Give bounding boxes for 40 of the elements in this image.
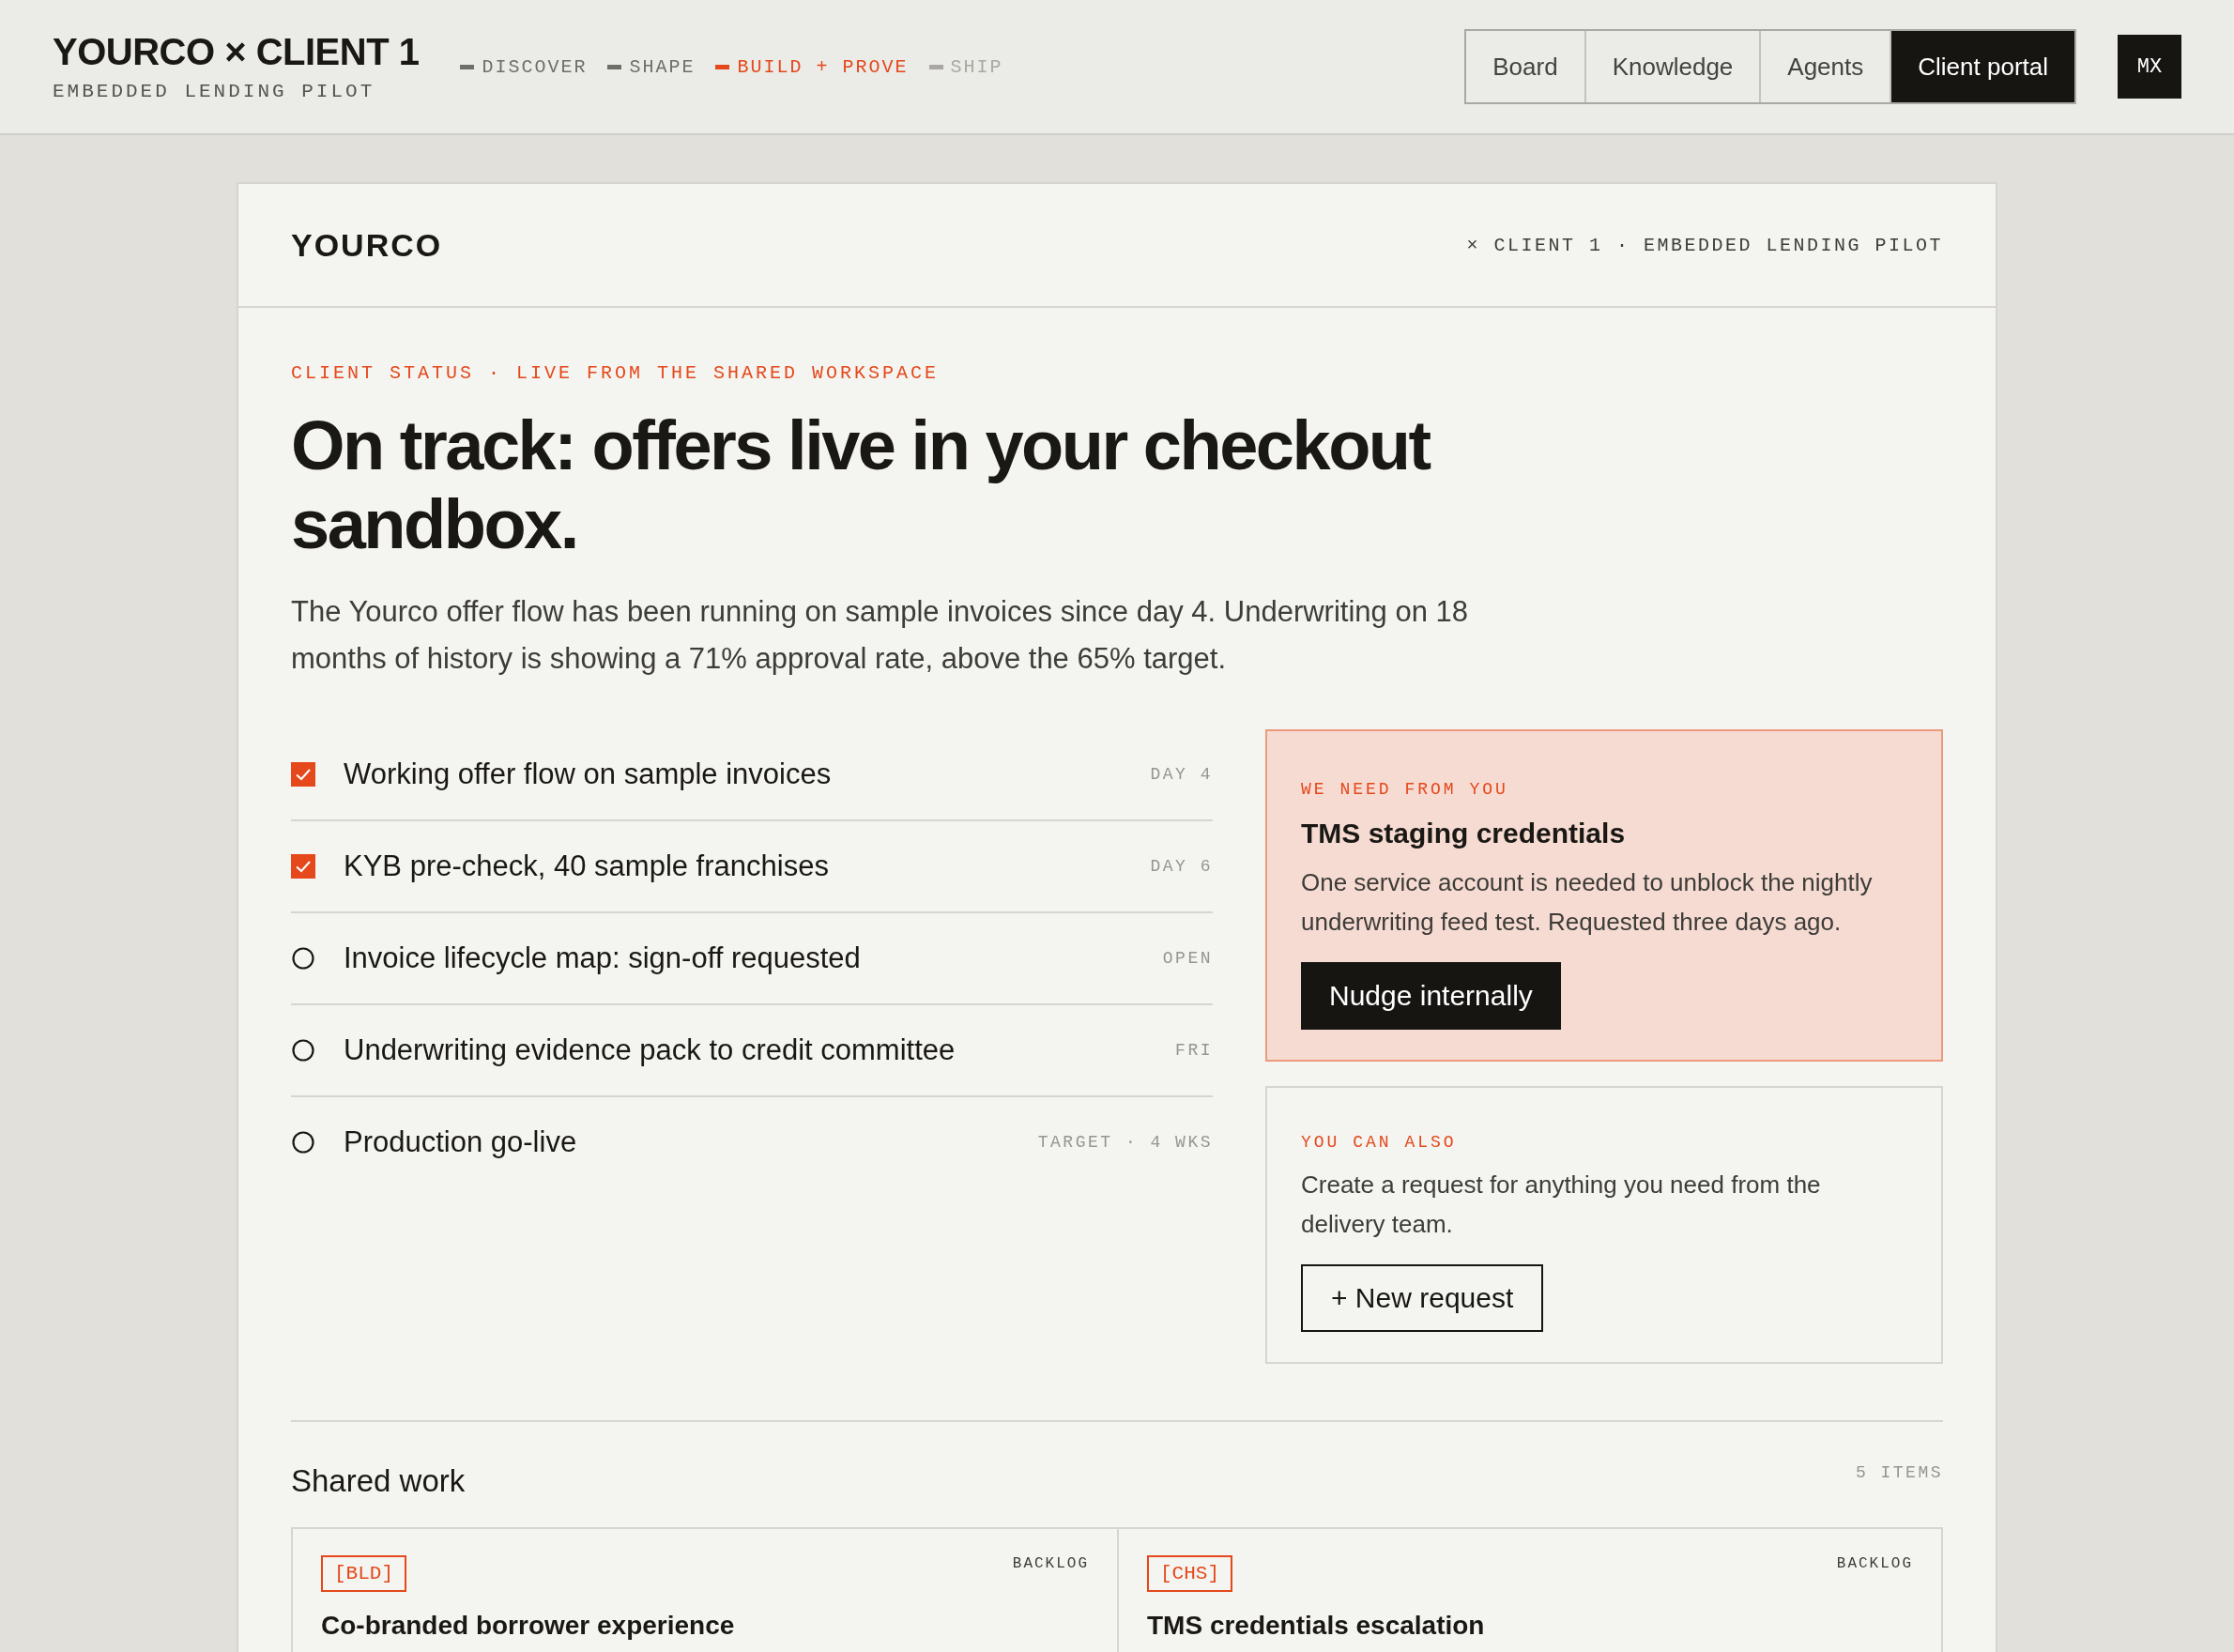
phase-label: SHIP	[950, 55, 1003, 78]
new-request-button[interactable]: + New request	[1301, 1264, 1544, 1332]
milestone-date: TARGET · 4 WKS	[1037, 1133, 1213, 1152]
milestone-label: KYB pre-check, 40 sample franchises	[344, 849, 830, 883]
milestone-label: Working offer flow on sample invoices	[344, 757, 833, 791]
phase-label: BUILD + PROVE	[737, 55, 909, 78]
status-summary: The Yourco offer flow has been running on sample invoices since day 4. Underwriting on 18 months of history is showing a 71% approval rate, above the 65% target.	[291, 594, 1469, 677]
milestone-date: FRI	[1175, 1041, 1213, 1060]
work-card[interactable]: [CHS] BACKLOG TMS credentials escalation	[1117, 1529, 1941, 1652]
work-status: BACKLOG	[1012, 1555, 1089, 1572]
milestone-date: DAY 6	[1150, 857, 1213, 876]
nudge-button[interactable]: Nudge internally	[1301, 962, 1561, 1030]
milestone-label: Invoice lifecycle map: sign-off requested	[344, 941, 862, 975]
work-card[interactable]: [BLD] BACKLOG Co-branded borrower experience	[293, 1529, 1117, 1652]
work-title: TMS credentials escalation	[1147, 1611, 1486, 1641]
milestone-date: OPEN	[1162, 949, 1213, 968]
item-count: 5 ITEMS	[1855, 1463, 1943, 1482]
milestone-label: Underwriting evidence pack to credit committee	[344, 1033, 956, 1067]
work-tag: [CHS]	[1147, 1555, 1232, 1592]
view-tab[interactable]: Client portal	[1890, 31, 2074, 102]
brand-name: YOURCO	[291, 226, 443, 264]
panel-eyebrow: WE NEED FROM YOU	[1301, 780, 1509, 799]
phase-label: SHAPE	[629, 55, 696, 78]
engagement-context: × CLIENT 1 · EMBEDDED LENDING PILOT	[1466, 234, 1943, 256]
work-status: BACKLOG	[1836, 1555, 1913, 1572]
status-eyebrow: CLIENT STATUS · LIVE FROM THE SHARED WORKSPACE	[291, 362, 941, 384]
panel-eyebrow: YOU CAN ALSO	[1301, 1133, 1458, 1152]
work-tag: [BLD]	[321, 1555, 406, 1592]
work-title: Co-branded borrower experience	[321, 1611, 736, 1641]
section-title: Shared work	[291, 1463, 466, 1499]
status-headline: On track: offers live in your checkout sandbox.	[291, 406, 1431, 564]
project-title: YOURCO × CLIENT 1	[53, 31, 420, 73]
panel-text: One service account is needed to unblock the nightly underwriting feed test. Requested three days ago.	[1301, 867, 1874, 938]
user-avatar[interactable]: MX	[2118, 35, 2181, 99]
milestone-label: Production go-live	[344, 1125, 578, 1159]
milestone-date: DAY 4	[1150, 765, 1213, 784]
project-subtitle: EMBEDDED LENDING PILOT	[53, 81, 376, 102]
panel-text: Create a request for anything you need from the delivery team.	[1301, 1170, 1822, 1240]
panel-title: TMS staging credentials	[1301, 818, 1627, 849]
phase-label: DISCOVER	[482, 55, 588, 78]
